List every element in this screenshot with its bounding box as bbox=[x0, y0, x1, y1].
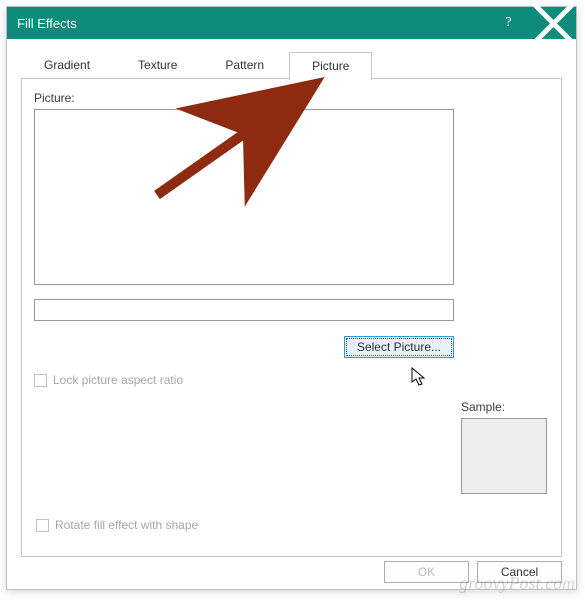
select-picture-button[interactable]: Select Picture... bbox=[344, 336, 454, 358]
lock-aspect-label: Lock picture aspect ratio bbox=[53, 373, 183, 387]
close-icon bbox=[531, 1, 576, 46]
ok-button[interactable]: OK bbox=[384, 561, 469, 583]
tab-texture[interactable]: Texture bbox=[115, 51, 200, 79]
rotate-fill-label: Rotate fill effect with shape bbox=[55, 518, 198, 532]
dialog-content: Gradient Texture Pattern Picture Picture… bbox=[7, 39, 576, 565]
picture-name-field bbox=[34, 299, 454, 321]
close-button[interactable] bbox=[531, 7, 576, 39]
sample-preview bbox=[461, 418, 547, 494]
dialog-footer: OK Cancel bbox=[384, 561, 562, 583]
dialog-title: Fill Effects bbox=[17, 16, 486, 31]
help-button[interactable]: ? bbox=[486, 7, 531, 39]
picture-label: Picture: bbox=[34, 91, 549, 105]
sample-area: Sample: bbox=[461, 400, 547, 494]
tab-body: Picture: Select Picture... Lock picture … bbox=[21, 79, 562, 557]
tab-strip: Gradient Texture Pattern Picture bbox=[21, 51, 562, 79]
sample-label: Sample: bbox=[461, 400, 547, 414]
select-picture-row: Select Picture... bbox=[34, 336, 454, 358]
tab-picture[interactable]: Picture bbox=[289, 52, 372, 80]
tab-gradient[interactable]: Gradient bbox=[21, 51, 113, 79]
cancel-button[interactable]: Cancel bbox=[477, 561, 562, 583]
lock-aspect-checkbox[interactable] bbox=[34, 374, 47, 387]
lock-aspect-row: Lock picture aspect ratio bbox=[34, 373, 549, 387]
title-bar: Fill Effects ? bbox=[7, 7, 576, 39]
fill-effects-dialog: Fill Effects ? Gradient Texture Pattern … bbox=[6, 6, 577, 590]
picture-preview bbox=[34, 109, 454, 285]
tab-pattern[interactable]: Pattern bbox=[202, 51, 287, 79]
rotate-fill-row: Rotate fill effect with shape bbox=[36, 518, 198, 532]
rotate-fill-checkbox[interactable] bbox=[36, 519, 49, 532]
